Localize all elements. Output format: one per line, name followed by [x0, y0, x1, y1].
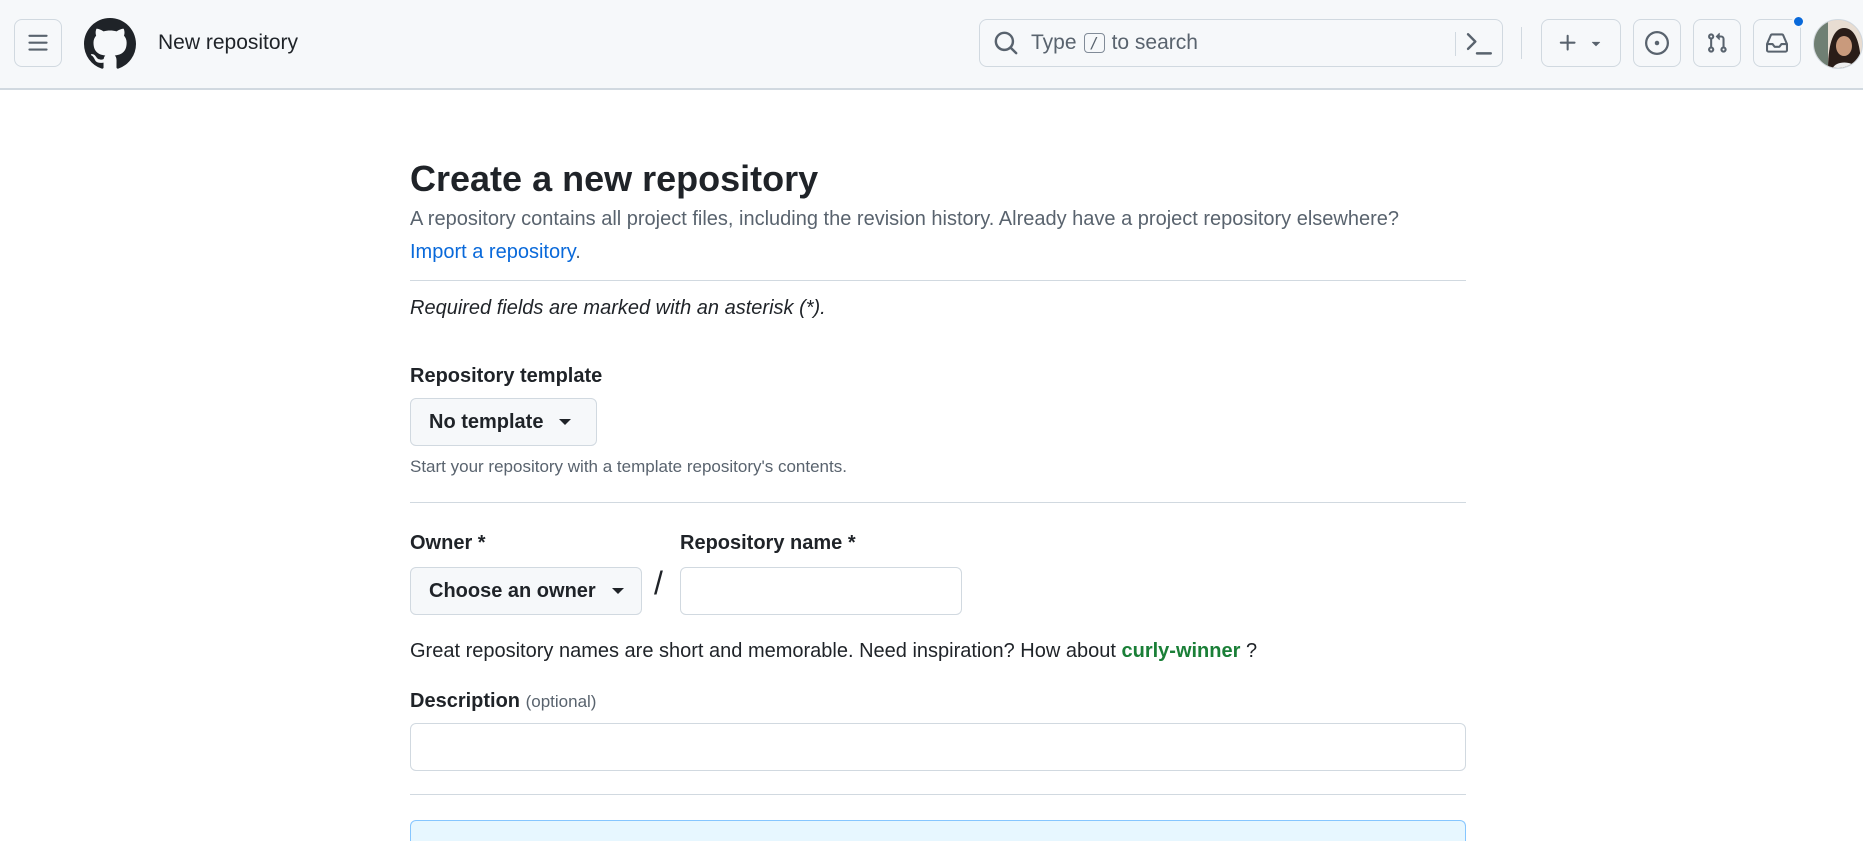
template-select-button[interactable]: No template [410, 398, 597, 446]
search-suffix: to search [1111, 31, 1198, 54]
github-logo-icon[interactable] [84, 18, 136, 70]
hamburger-icon [28, 34, 48, 51]
search-icon [994, 31, 1018, 55]
description-label: Description (optional) [410, 690, 596, 713]
page-description: A repository contains all project files,… [410, 208, 1400, 230]
repo-name-input[interactable] [680, 567, 962, 615]
required-fields-note: Required fields are marked with an aster… [410, 297, 826, 319]
repo-name-label: Repository name * [680, 532, 856, 554]
avatar-image [1814, 20, 1862, 68]
description-input[interactable] [410, 723, 1466, 771]
create-new-button[interactable] [1541, 19, 1621, 67]
your-issues-button[interactable] [1633, 19, 1681, 67]
info-flash-box [410, 820, 1466, 841]
your-pull-requests-button[interactable] [1693, 19, 1741, 67]
import-repository-link[interactable]: Import a repository [410, 241, 575, 263]
search-input[interactable]: Type / to search [979, 19, 1503, 67]
divider [410, 794, 1466, 795]
import-link-suffix: . [575, 241, 581, 263]
inspiration-text: Great repository names are short and mem… [410, 640, 1116, 662]
optional-tag: (optional) [525, 692, 597, 711]
inspiration-suffix: ? [1245, 640, 1258, 662]
header-divider [1521, 27, 1522, 59]
plus-icon [1559, 34, 1576, 51]
owner-select-button[interactable]: Choose an owner [410, 567, 642, 615]
context-title: New repository [158, 31, 299, 54]
caret-down-icon [611, 588, 624, 594]
page-title: Create a new repository [410, 158, 819, 199]
owner-label: Owner * [410, 532, 486, 554]
inbox-icon [1766, 33, 1788, 53]
owner-selected-value: Choose an owner [429, 579, 596, 602]
template-hint: Start your repository with a template re… [410, 457, 847, 476]
search-shortcut-key: / [1083, 33, 1105, 53]
global-header: New repository Type / to search [0, 0, 1863, 90]
search-prefix: Type [1031, 31, 1077, 54]
open-global-nav-button[interactable] [14, 19, 62, 67]
suggested-name-link[interactable]: curly-winner [1121, 640, 1240, 662]
template-label: Repository template [410, 365, 603, 387]
description-label-text: Description [410, 690, 521, 712]
caret-down-icon [559, 419, 572, 425]
divider [410, 502, 1466, 503]
chevron-down-icon [1591, 41, 1601, 47]
unread-notification-dot [1792, 15, 1805, 28]
search-divider [1455, 32, 1456, 56]
issues-icon [1645, 31, 1669, 55]
command-palette-icon[interactable] [1466, 31, 1492, 57]
avatar[interactable] [1813, 19, 1863, 69]
template-selected-value: No template [429, 410, 544, 433]
owner-repo-separator: / [654, 565, 663, 601]
import-repository-row: Import a repository. [410, 241, 581, 264]
divider [410, 280, 1466, 281]
name-inspiration-text: Great repository names are short and mem… [410, 640, 1257, 663]
pull-request-icon [1708, 32, 1727, 53]
